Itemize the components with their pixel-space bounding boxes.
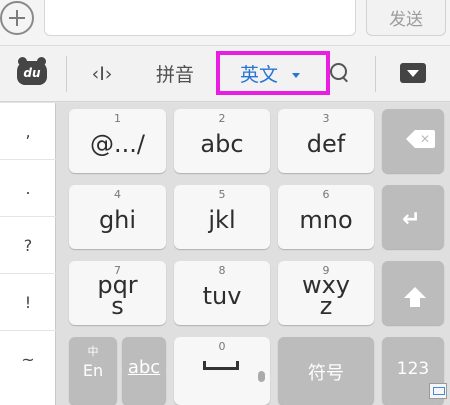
symbol-key-exclamation[interactable]: ! — [0, 274, 56, 331]
key-1[interactable]: 1 @.../ — [69, 109, 166, 173]
search-icon[interactable] — [330, 63, 349, 82]
key-7[interactable]: 7 pqr s — [69, 261, 166, 325]
collapse-keyboard-icon[interactable] — [400, 63, 426, 83]
symbol-key[interactable]: 符号 — [278, 337, 374, 405]
space-key[interactable]: 0 — [174, 337, 270, 405]
key-4[interactable]: 4 ghi — [69, 185, 166, 249]
send-button[interactable]: 发送 — [366, 0, 446, 36]
add-plus-button[interactable] — [0, 1, 34, 35]
abc-layout-key[interactable]: abc — [122, 337, 166, 405]
message-input-bar: 发送 — [0, 0, 450, 46]
key-6[interactable]: 6 mno — [278, 185, 374, 249]
message-text-input[interactable] — [44, 0, 356, 36]
cursor-move-icon[interactable]: ‹I› — [86, 60, 118, 88]
key-2[interactable]: 2 abc — [174, 109, 270, 173]
microphone-icon — [258, 371, 265, 382]
pinyin-mode-tab[interactable]: 拼音 — [156, 60, 194, 90]
symbol-key-comma[interactable]: , — [0, 103, 56, 160]
key-3[interactable]: 3 def — [278, 109, 374, 173]
window-icon — [429, 383, 447, 399]
chevron-down-icon — [292, 73, 300, 78]
space-bar-icon — [203, 361, 239, 370]
t9-keyboard: , . ? ! ~ 1 @.../ 2 abc 3 def 4 ghi 5 jk… — [0, 103, 450, 405]
symbol-key-tilde[interactable]: ~ — [0, 331, 56, 388]
shift-icon — [404, 287, 426, 307]
symbol-key-period[interactable]: . — [0, 160, 56, 217]
enter-key[interactable]: ↵ — [382, 185, 444, 249]
shift-key[interactable] — [382, 261, 444, 325]
baidu-logo-icon[interactable]: du — [17, 57, 47, 85]
key-5[interactable]: 5 jkl — [174, 185, 270, 249]
keyboard-toolbar: du ‹I› 拼音 英文 — [0, 46, 450, 102]
toolbar-divider — [66, 56, 67, 92]
key-8[interactable]: 8 tuv — [174, 261, 270, 325]
symbol-key-question[interactable]: ? — [0, 217, 56, 274]
english-mode-tab[interactable]: 英文 — [240, 60, 278, 90]
toolbar-divider — [375, 56, 376, 92]
key-9[interactable]: 9 wxy z — [278, 261, 374, 325]
delete-key[interactable] — [382, 109, 444, 173]
symbol-column[interactable]: , . ? ! ~ — [0, 103, 56, 405]
language-switch-key[interactable]: 中 En — [69, 337, 117, 405]
enter-icon: ↵ — [402, 207, 421, 232]
